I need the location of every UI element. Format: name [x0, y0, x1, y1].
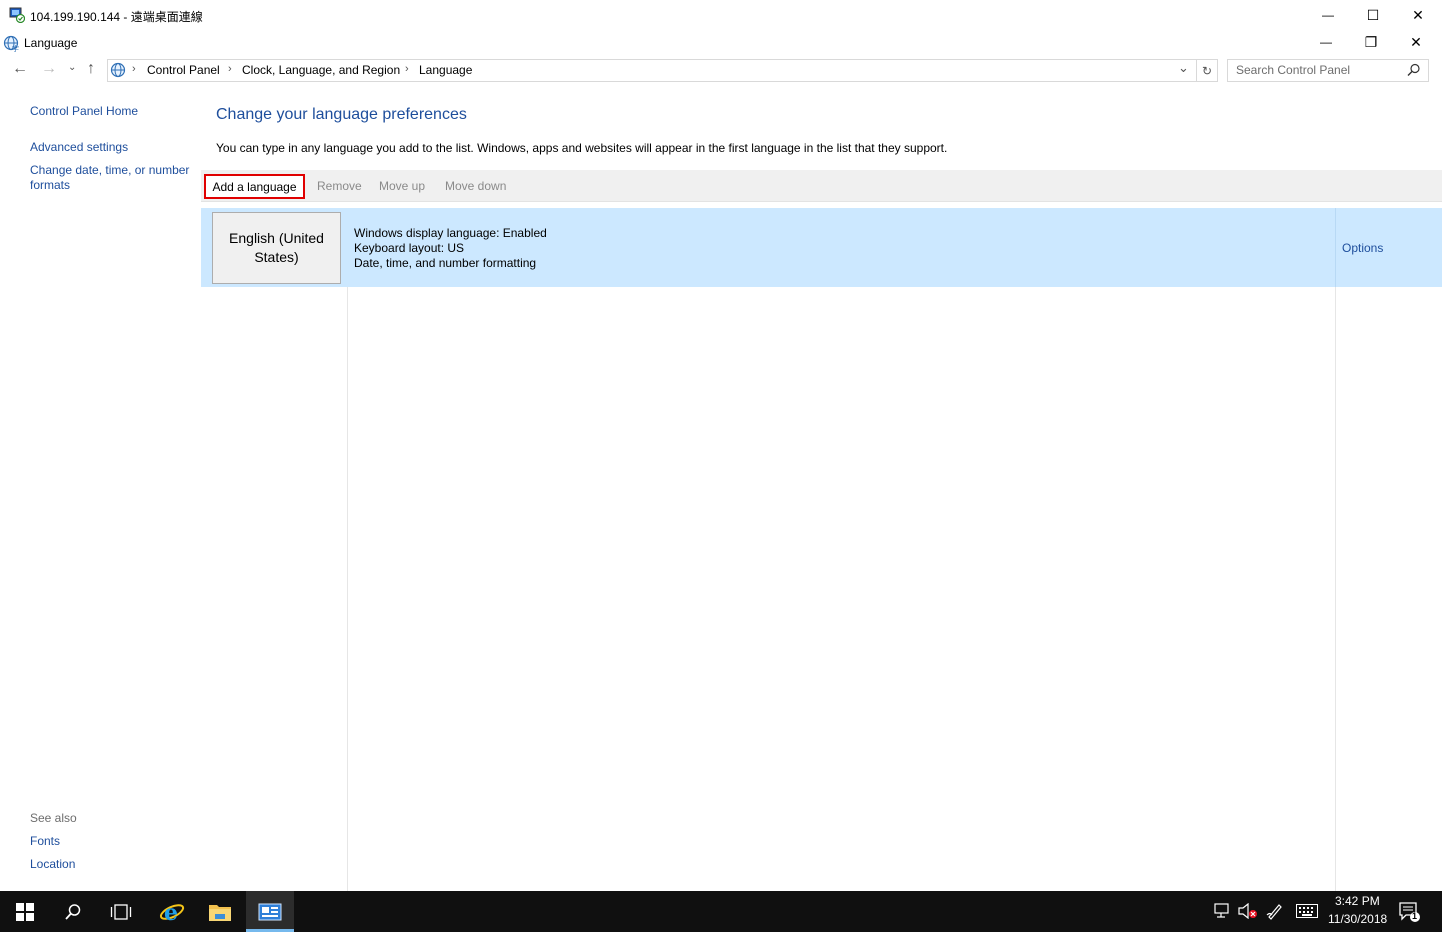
breadcrumb-separator: ›	[405, 63, 409, 75]
start-button[interactable]	[1, 891, 49, 932]
rdp-window-title: 104.199.190.144 - 遠端桌面連線	[30, 10, 203, 24]
windows-logo-icon	[16, 902, 34, 921]
recent-locations-chevron-icon[interactable]: ⌄	[68, 62, 76, 73]
action-center-button[interactable]: 1	[1398, 901, 1422, 923]
task-view-icon	[110, 903, 132, 920]
restore-icon: ❐	[1364, 33, 1378, 50]
formatting-status: Date, time, and number formatting	[354, 256, 537, 270]
link-line: formats	[30, 178, 71, 192]
language-globe-icon: 字	[3, 35, 20, 53]
page-description: You can type in any language you add to …	[216, 141, 948, 155]
see-also-label: See also	[30, 811, 77, 825]
breadcrumb-separator: ›	[132, 63, 136, 75]
task-view-button[interactable]	[97, 891, 145, 932]
language-name-line: English (United	[229, 230, 324, 246]
keyboard-layout-status: Keyboard layout: US	[354, 241, 465, 255]
restore-button[interactable]: ❐	[1348, 27, 1394, 57]
search-icon	[65, 903, 81, 920]
notification-count-badge: 1	[1412, 911, 1418, 921]
close-button[interactable]: ✕	[1393, 27, 1439, 57]
control-panel-taskbar-button[interactable]	[246, 891, 294, 932]
close-icon: ✕	[1410, 33, 1422, 50]
rdp-close-button[interactable]: ✕	[1395, 0, 1441, 30]
folder-icon	[209, 904, 231, 921]
window-titlebar	[0, 31, 1442, 56]
taskbar-search-button[interactable]	[49, 891, 97, 932]
display-language-status: Windows display language: Enabled	[354, 226, 547, 240]
rdp-minimize-button[interactable]: —	[1305, 0, 1351, 30]
move-up-button[interactable]: Move up	[379, 179, 425, 193]
control-panel-icon	[258, 903, 282, 920]
search-icon[interactable]	[1407, 63, 1421, 77]
remove-button[interactable]: Remove	[317, 179, 362, 193]
search-input[interactable]	[1228, 60, 1406, 79]
language-tile-english-us[interactable]: English (United States)	[212, 212, 341, 284]
rdp-maximize-button[interactable]: ☐	[1350, 0, 1396, 30]
back-arrow-icon[interactable]: ←	[12, 60, 28, 78]
close-icon: ✕	[1412, 6, 1424, 23]
forward-arrow-icon[interactable]: →	[41, 60, 57, 78]
change-date-time-formats-link[interactable]: Change date, time, or number formats	[30, 163, 189, 193]
volume-muted-icon[interactable]	[1238, 902, 1258, 922]
move-down-button[interactable]: Move down	[445, 179, 506, 193]
breadcrumb-separator: ›	[228, 63, 232, 75]
list-column-divider	[347, 287, 348, 891]
add-language-button[interactable]: Add a language	[204, 174, 305, 199]
control-panel-globe-icon	[110, 62, 126, 78]
breadcrumb-clock-language-region[interactable]: Clock, Language, and Region	[242, 63, 400, 77]
svg-text:e: e	[164, 900, 178, 925]
breadcrumb-language[interactable]: Language	[419, 63, 472, 77]
internet-explorer-button[interactable]: e	[148, 891, 196, 932]
language-options-link[interactable]: Options	[1342, 241, 1383, 255]
refresh-button[interactable]: ↻	[1196, 59, 1218, 82]
refresh-icon: ↻	[1201, 63, 1213, 78]
touch-keyboard-icon[interactable]	[1296, 904, 1318, 921]
rdp-app-icon	[9, 7, 26, 24]
window-title: Language	[24, 36, 78, 50]
list-column-divider	[1335, 208, 1336, 891]
clock-date[interactable]: 11/30/2018	[1328, 912, 1387, 926]
list-column-divider	[1335, 208, 1336, 287]
rdp-titlebar	[0, 0, 1442, 31]
language-name-line: States)	[254, 249, 299, 265]
file-explorer-button[interactable]	[196, 891, 244, 932]
control-panel-home-link[interactable]: Control Panel Home	[30, 104, 138, 118]
fonts-link[interactable]: Fonts	[30, 834, 60, 848]
page-title: Change your language preferences	[216, 106, 467, 123]
up-arrow-icon[interactable]: ↑	[87, 60, 95, 78]
minimize-icon: —	[1322, 8, 1334, 22]
maximize-icon: ☐	[1366, 6, 1380, 23]
search-box[interactable]	[1227, 59, 1429, 82]
clock-time[interactable]: 3:42 PM	[1335, 894, 1380, 908]
action-center-icon	[1399, 902, 1420, 922]
svg-text:字: 字	[12, 44, 19, 52]
network-icon[interactable]	[1214, 903, 1232, 922]
breadcrumb-control-panel[interactable]: Control Panel	[147, 63, 220, 77]
advanced-settings-link[interactable]: Advanced settings	[30, 140, 128, 154]
minimize-button[interactable]: —	[1303, 27, 1349, 57]
pen-workspace-icon[interactable]	[1266, 902, 1284, 923]
location-link[interactable]: Location	[30, 857, 75, 871]
minimize-icon: —	[1320, 35, 1332, 49]
internet-explorer-icon: e	[159, 900, 185, 925]
link-line: Change date, time, or number	[30, 163, 190, 177]
address-dropdown-chevron-icon[interactable]: ⌄	[1178, 60, 1189, 76]
